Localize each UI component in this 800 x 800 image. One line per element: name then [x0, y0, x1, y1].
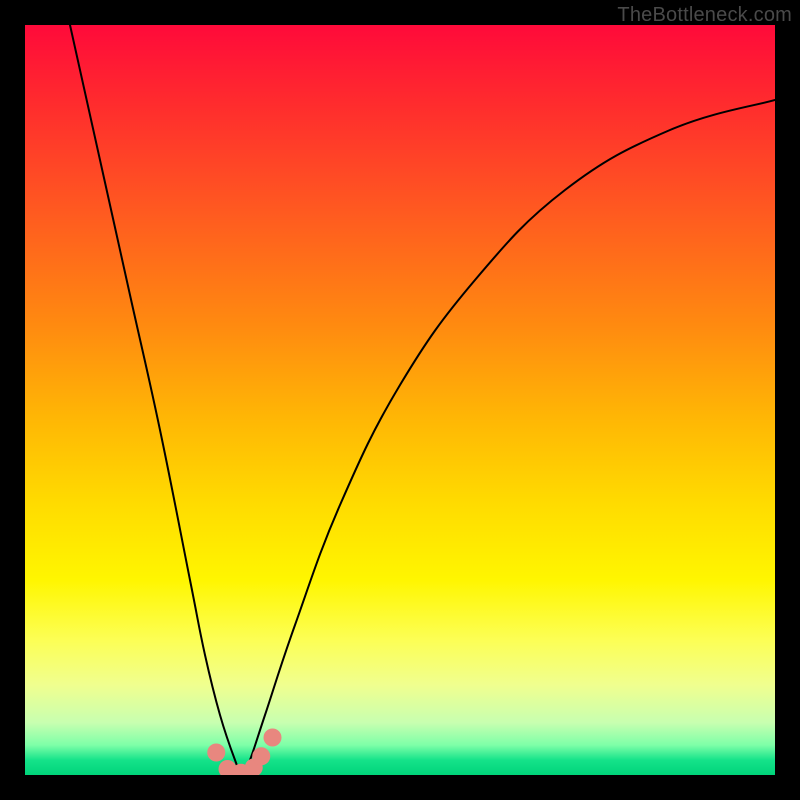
dip-marker — [264, 729, 282, 747]
curve-layer — [70, 25, 775, 775]
dip-marker — [219, 760, 237, 775]
dip-marker — [232, 764, 250, 775]
dip-marker — [245, 759, 263, 776]
dip-marker — [207, 744, 225, 762]
watermark-label: TheBottleneck.com — [617, 4, 792, 27]
marker-layer — [207, 729, 281, 776]
chart-frame: TheBottleneck.com — [0, 0, 800, 800]
chart-svg — [25, 25, 775, 775]
bottleneck-curve-path — [70, 25, 775, 775]
chart-plot-area — [25, 25, 775, 775]
dip-marker — [252, 747, 270, 765]
